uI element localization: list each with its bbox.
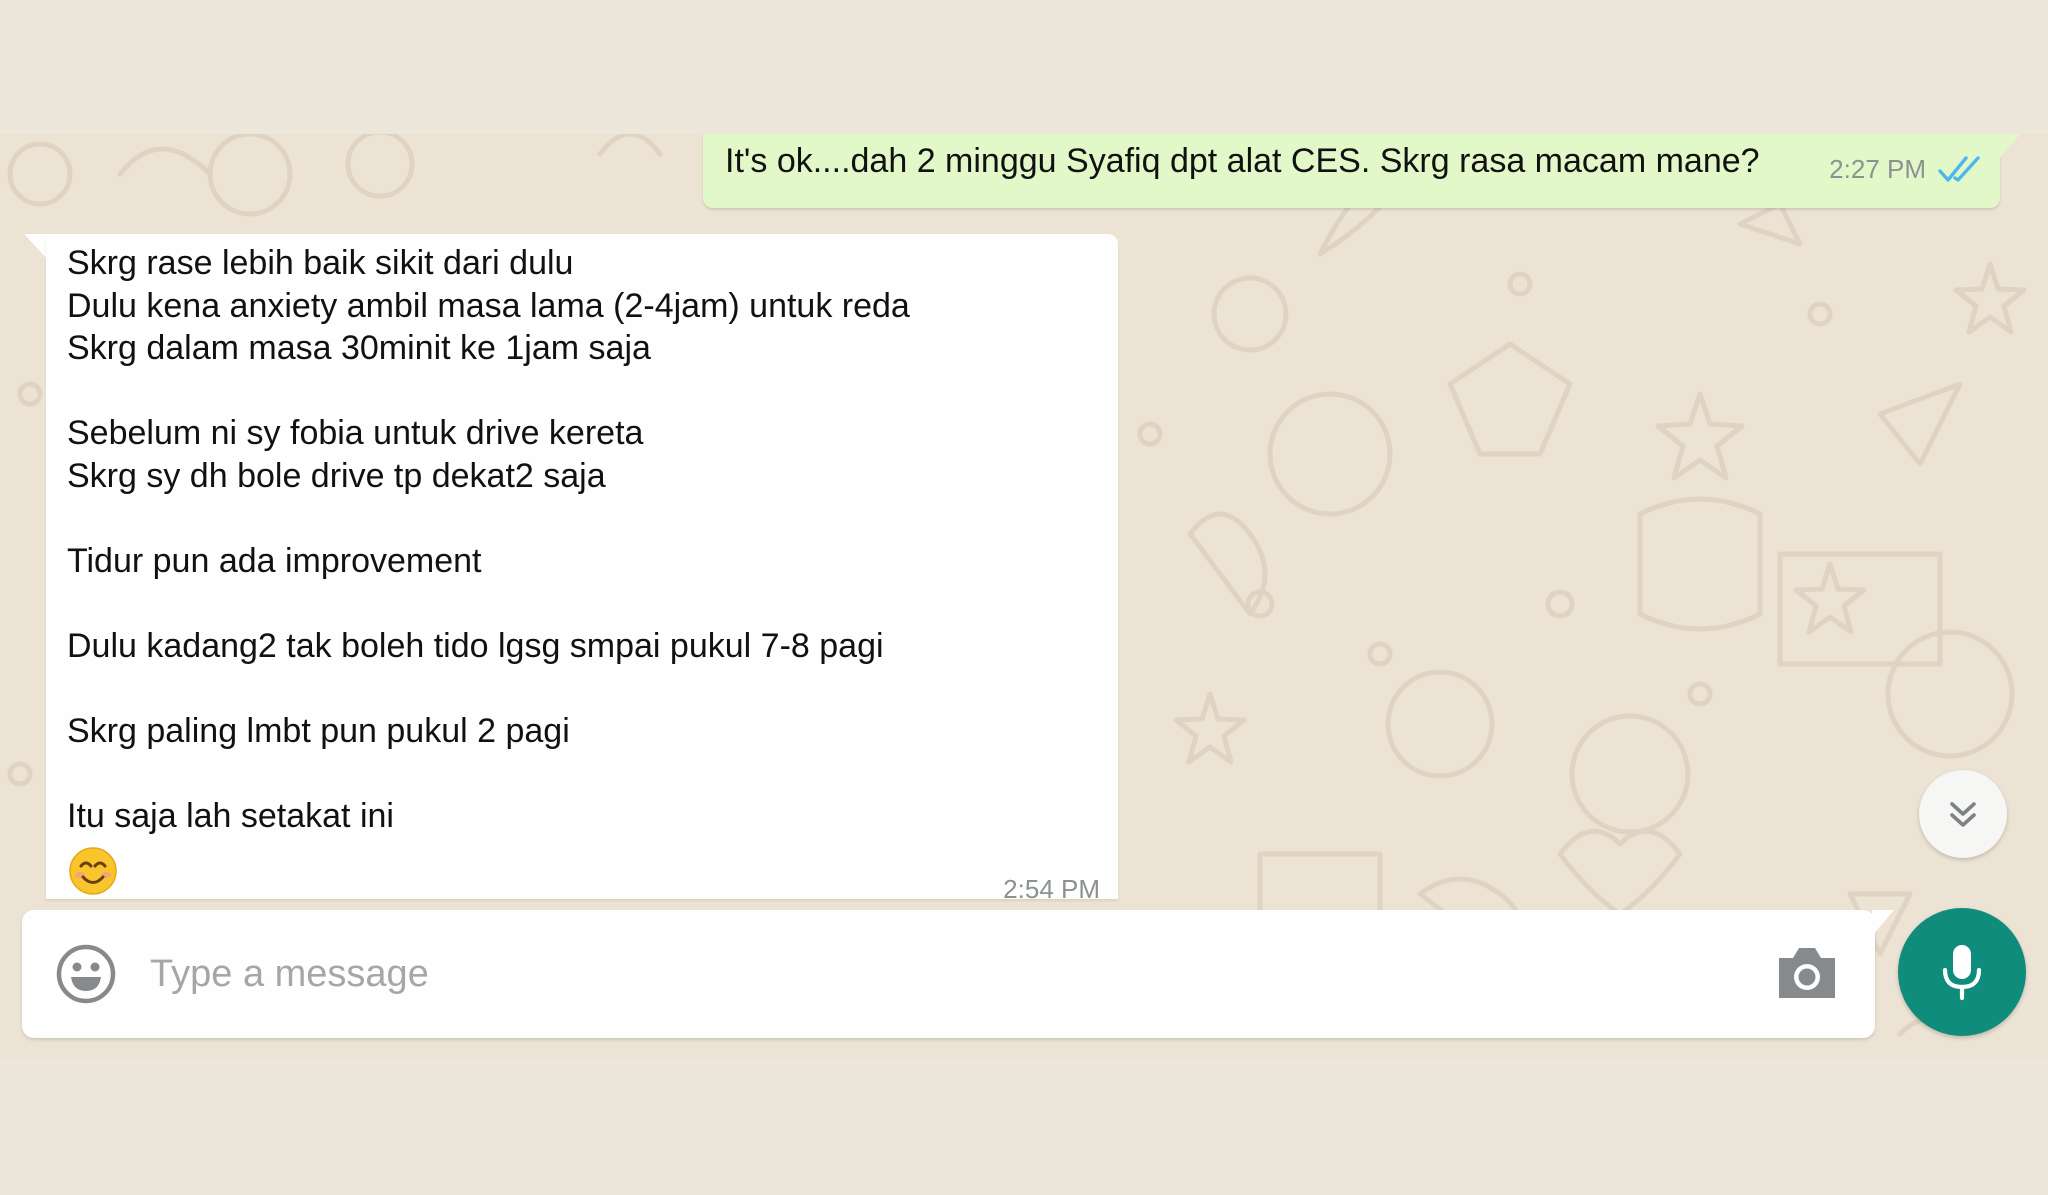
double-check-icon [1938,155,1980,182]
emoji-icon[interactable] [54,942,118,1006]
incoming-message-line [67,370,910,413]
incoming-message[interactable]: Skrg rase lebih baik sikit dari dulu Dul… [46,234,1118,899]
incoming-message-line [67,667,910,710]
outgoing-message[interactable]: It's ok....dah 2 minggu Syafiq dpt alat … [703,134,2020,208]
incoming-message-line: Skrg dalam masa 30minit ke 1jam saja [67,329,651,367]
message-input[interactable] [150,936,1750,1012]
composer-tail [1872,910,1894,936]
incoming-message-line: Skrg paling lmbt pun pukul 2 pagi [67,711,570,750]
camera-icon[interactable] [1775,942,1839,1002]
voice-record-button[interactable] [1898,908,2026,1036]
outgoing-message-text: It's ok....dah 2 minggu Syafiq dpt alat … [725,142,1760,180]
incoming-bubble-tail [24,234,48,260]
incoming-message-text: Skrg rase lebih baik sikit dari dulu Dul… [67,242,910,837]
incoming-message-line: Dulu kena anxiety ambil masa lama (2-4ja… [67,286,910,325]
incoming-message-line: Sebelum ni sy fobia untuk drive kereta [67,414,644,452]
outgoing-message-time: 2:27 PM [1829,154,1926,184]
chevron-double-down-icon [1950,802,1976,827]
incoming-message-line [67,752,910,795]
smiling-face-emoji [69,847,117,895]
incoming-message-line [67,582,910,625]
incoming-message-line: Itu saja lah setakat ini [67,796,394,835]
message-composer [22,910,1875,1038]
incoming-message-line: Skrg rase lebih baik sikit dari dulu [67,244,574,282]
incoming-message-line: Tidur pun ada improvement [67,541,482,580]
incoming-message-time: 2:54 PM [1003,874,1100,899]
incoming-message-line: Skrg sy dh bole drive tp dekat2 saja [67,456,606,495]
microphone-icon [1942,945,1982,1001]
incoming-message-line: Dulu kadang2 tak boleh tido lgsg smpai p… [67,626,884,665]
outgoing-message-meta: 2:27 PM [1829,154,1982,185]
incoming-message-line [67,497,910,540]
outgoing-bubble-tail [1998,134,2020,160]
scroll-to-bottom-button[interactable] [1919,770,2007,858]
